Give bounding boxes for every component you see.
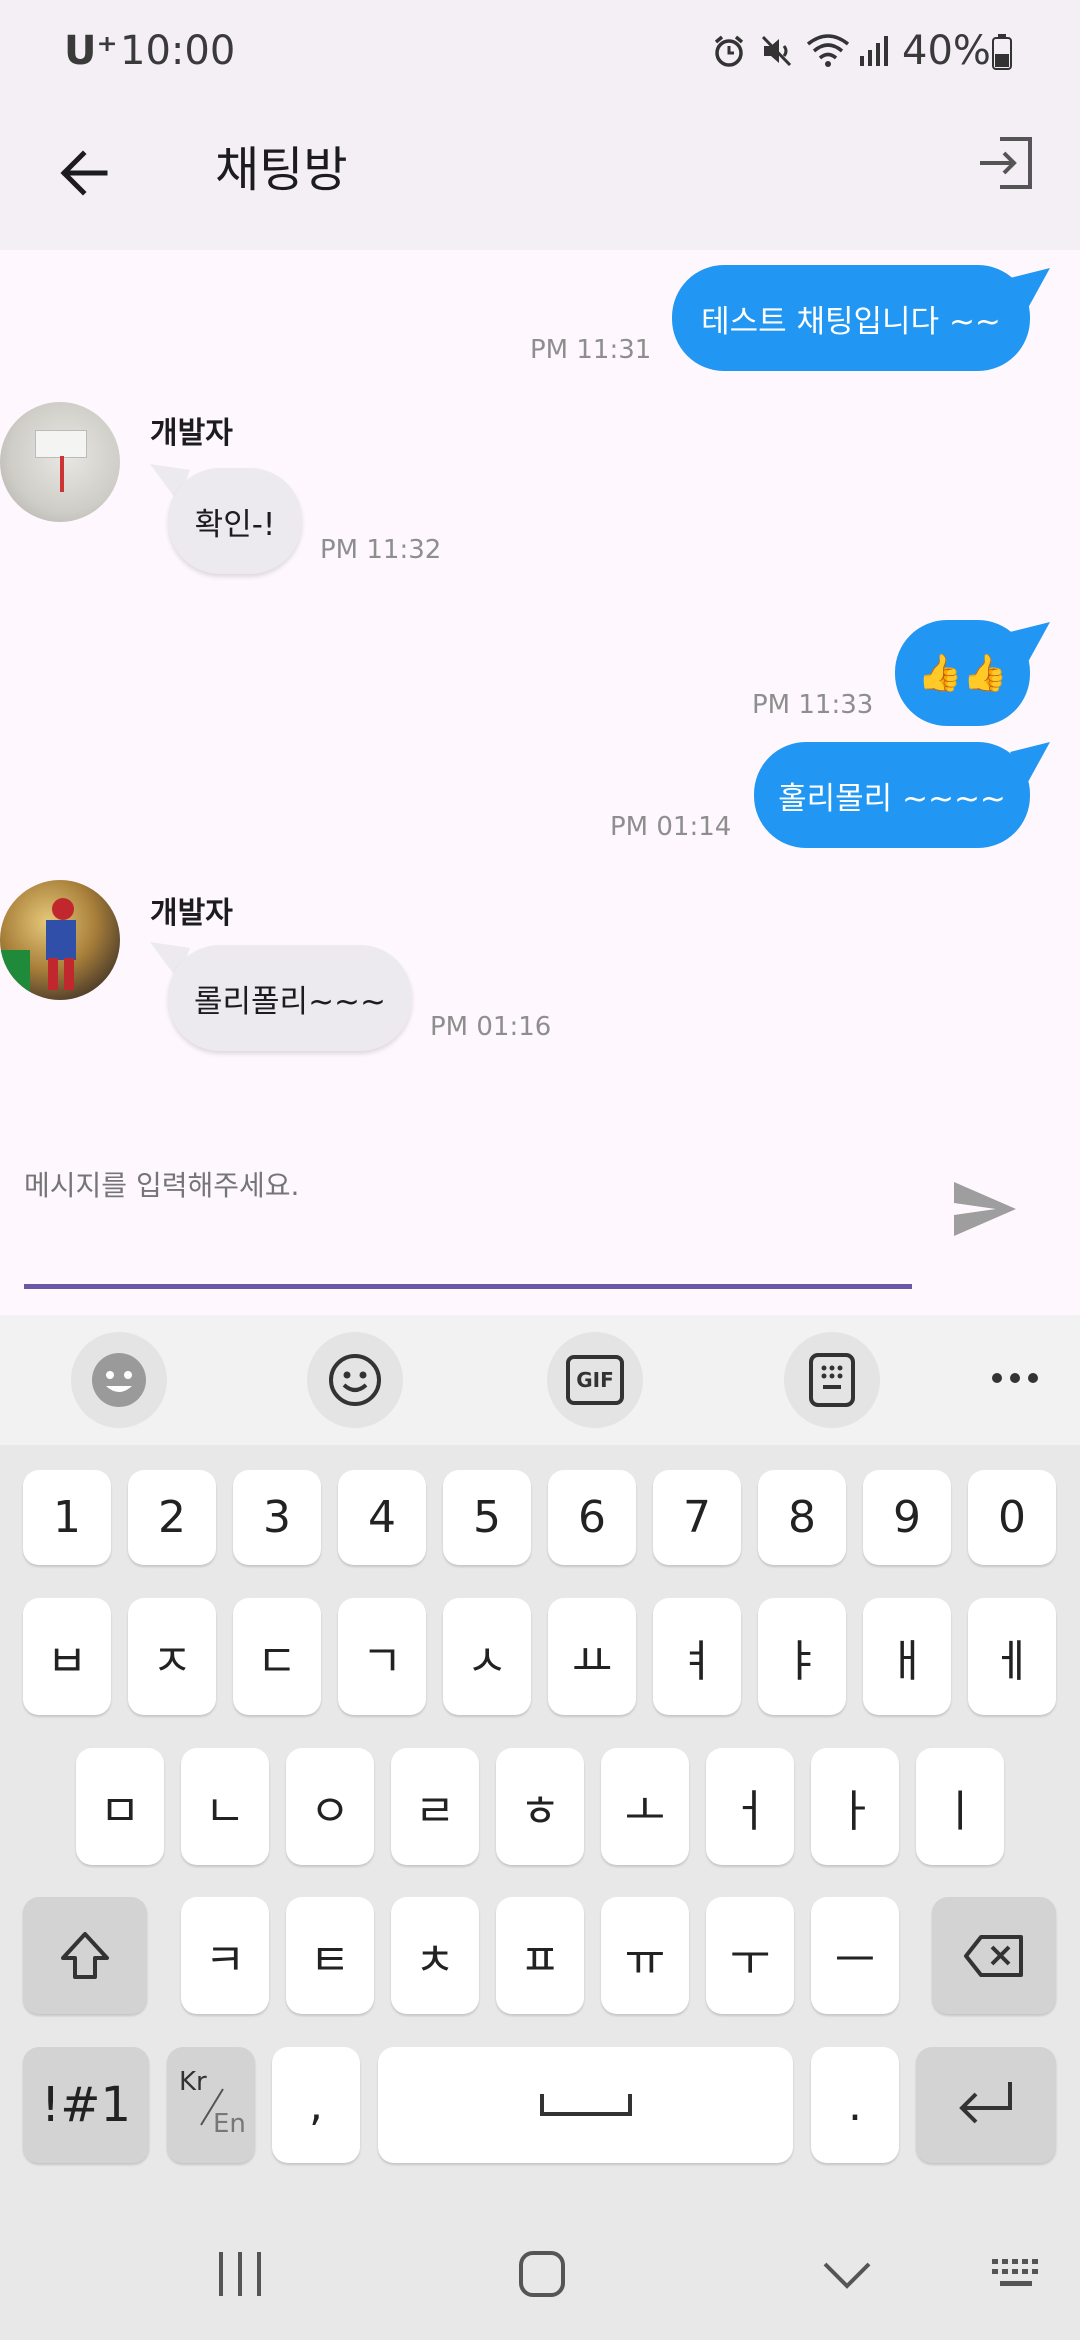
- status-time: 10:00: [120, 28, 236, 74]
- comma-key[interactable]: ,: [272, 2047, 360, 2163]
- shift-arrow-icon: [61, 1931, 109, 1979]
- key-5[interactable]: 5: [443, 1470, 531, 1565]
- more-options-icon[interactable]: [990, 1370, 1040, 1386]
- key-r[interactable]: ㄹ: [391, 1748, 479, 1865]
- sender-name: 개발자: [150, 896, 233, 931]
- key-j[interactable]: ㅈ: [128, 1598, 216, 1715]
- key-n[interactable]: ㄴ: [181, 1748, 269, 1865]
- key-3[interactable]: 3: [233, 1470, 321, 1565]
- key-eu[interactable]: ㅡ: [811, 1897, 899, 2014]
- key-yu[interactable]: ㅠ: [601, 1897, 689, 2014]
- message-bubble-received[interactable]: 롤리폴리~~~: [168, 945, 412, 1051]
- key-1[interactable]: 1: [23, 1470, 111, 1565]
- period-key[interactable]: .: [811, 2047, 899, 2163]
- alarm-icon: [714, 35, 744, 67]
- page-title: 채팅방: [215, 142, 348, 198]
- key-9[interactable]: 9: [863, 1470, 951, 1565]
- gif-button[interactable]: GIF: [547, 1332, 643, 1428]
- battery-icon: [992, 34, 1012, 70]
- key-eo[interactable]: ㅓ: [706, 1748, 794, 1865]
- keypad-icon: [809, 1353, 855, 1407]
- message-bubble-sent[interactable]: 👍👍: [895, 620, 1030, 726]
- keyboard: 1 2 3 4 5 6 7 8 9 0 ㅂ ㅈ ㄷ ㄱ ㅅ ㅛ ㅕ ㅑ ㅐ ㅔ …: [0, 1445, 1080, 2205]
- message-time: PM 11:33: [752, 690, 874, 720]
- key-2[interactable]: 2: [128, 1470, 216, 1565]
- key-o[interactable]: ㅗ: [601, 1748, 689, 1865]
- key-d[interactable]: ㄷ: [233, 1598, 321, 1715]
- key-b[interactable]: ㅂ: [23, 1598, 111, 1715]
- key-7[interactable]: 7: [653, 1470, 741, 1565]
- key-8[interactable]: 8: [758, 1470, 846, 1565]
- input-underline: [24, 1284, 912, 1289]
- avatar[interactable]: [0, 402, 120, 522]
- battery-percent: 40%: [902, 28, 991, 74]
- language-key[interactable]: Kr En: [167, 2047, 255, 2163]
- emoji-face-icon: [329, 1354, 381, 1406]
- navigation-bar: [0, 2205, 1080, 2340]
- back-arrow-icon[interactable]: [55, 143, 115, 203]
- key-h[interactable]: ㅎ: [496, 1748, 584, 1865]
- key-i[interactable]: ㅣ: [916, 1748, 1004, 1865]
- shift-key[interactable]: [23, 1897, 147, 2014]
- enter-key[interactable]: [916, 2047, 1056, 2163]
- key-ieung[interactable]: ㅇ: [286, 1748, 374, 1865]
- message-time: PM 01:14: [610, 812, 732, 842]
- message-bubble-received[interactable]: 확인-!: [168, 468, 302, 574]
- clipboard-button[interactable]: [784, 1332, 880, 1428]
- sticker-button[interactable]: [71, 1332, 167, 1428]
- exit-room-icon[interactable]: [976, 133, 1036, 193]
- key-ya[interactable]: ㅑ: [758, 1598, 846, 1715]
- mute-icon: [761, 35, 792, 67]
- key-ch[interactable]: ㅊ: [391, 1897, 479, 2014]
- key-m[interactable]: ㅁ: [76, 1748, 164, 1865]
- app-bar: 채팅방: [0, 100, 1080, 250]
- key-g[interactable]: ㄱ: [338, 1598, 426, 1715]
- enter-icon: [959, 2082, 1012, 2124]
- key-ae[interactable]: ㅐ: [863, 1598, 951, 1715]
- key-yo[interactable]: ㅛ: [548, 1598, 636, 1715]
- recent-apps-icon[interactable]: [215, 2250, 265, 2298]
- signal-icon: [860, 36, 888, 66]
- send-icon[interactable]: [950, 1178, 1020, 1240]
- key-p[interactable]: ㅍ: [496, 1897, 584, 2014]
- keyboard-toolbar: GIF: [0, 1315, 1080, 1445]
- avatar[interactable]: [0, 880, 120, 1000]
- sender-name: 개발자: [150, 416, 233, 451]
- home-icon[interactable]: [517, 2249, 567, 2299]
- gif-icon: GIF: [566, 1355, 624, 1405]
- key-yeo[interactable]: ㅕ: [653, 1598, 741, 1715]
- message-bubble-sent[interactable]: 테스트 채팅입니다 ~~: [672, 265, 1030, 371]
- carrier-label: U⁺: [64, 28, 118, 74]
- key-k[interactable]: ㅋ: [181, 1897, 269, 2014]
- hide-keyboard-icon[interactable]: [822, 2260, 872, 2290]
- message-time: PM 01:16: [430, 1012, 552, 1042]
- chat-area[interactable]: 테스트 채팅입니다 ~~ PM 11:31 개발자 확인-! PM 11:32 …: [0, 250, 1080, 1320]
- message-time: PM 11:31: [530, 335, 652, 365]
- status-bar: U⁺ 10:00 40%: [0, 0, 1080, 100]
- lang-slash-icon: [200, 2088, 224, 2126]
- message-time: PM 11:32: [320, 535, 442, 565]
- keyboard-switch-icon[interactable]: [990, 2257, 1046, 2293]
- space-bar-icon: [539, 2094, 632, 2116]
- space-key[interactable]: [378, 2047, 793, 2163]
- message-bubble-sent[interactable]: 홀리몰리 ~~~~: [754, 742, 1030, 848]
- key-s[interactable]: ㅅ: [443, 1598, 531, 1715]
- wifi-icon: [806, 34, 850, 67]
- symbols-key[interactable]: !#1: [23, 2047, 149, 2163]
- backspace-key[interactable]: [932, 1897, 1056, 2014]
- key-0[interactable]: 0: [968, 1470, 1056, 1565]
- key-4[interactable]: 4: [338, 1470, 426, 1565]
- message-input[interactable]: [24, 1155, 912, 1215]
- key-e[interactable]: ㅔ: [968, 1598, 1056, 1715]
- sticker-face-icon: [92, 1353, 146, 1407]
- key-u[interactable]: ㅜ: [706, 1897, 794, 2014]
- key-6[interactable]: 6: [548, 1470, 636, 1565]
- key-a[interactable]: ㅏ: [811, 1748, 899, 1865]
- emoji-button[interactable]: [307, 1332, 403, 1428]
- key-t[interactable]: ㅌ: [286, 1897, 374, 2014]
- backspace-icon: [964, 1934, 1023, 1977]
